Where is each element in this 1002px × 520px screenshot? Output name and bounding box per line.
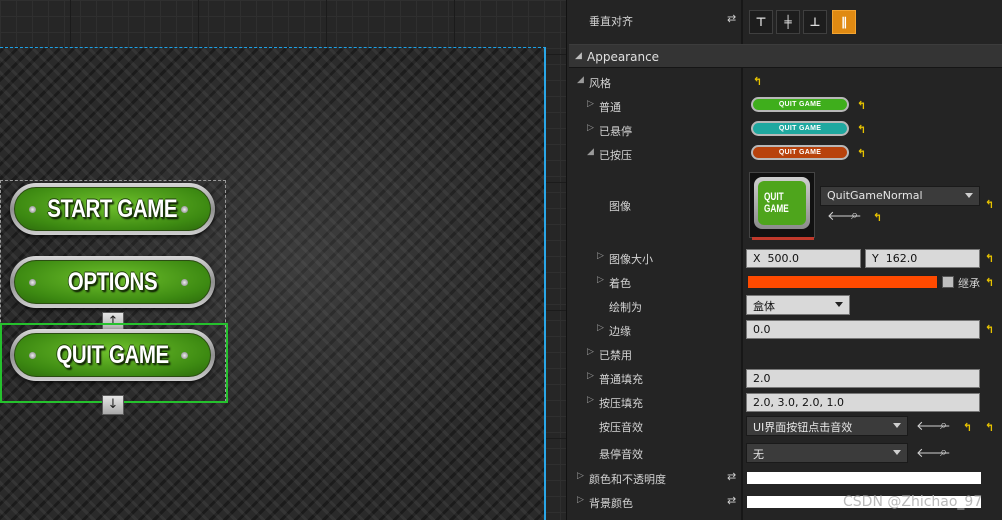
link-icon[interactable]: ⇄ — [727, 470, 736, 483]
expand-triangle-icon[interactable]: ▷ — [597, 323, 604, 333]
hovered-sound-picker[interactable]: 无 — [746, 443, 908, 463]
expand-triangle-icon[interactable]: ▷ — [597, 251, 604, 261]
align-fill-icon[interactable]: ∥ — [832, 10, 856, 34]
button-label: START GAME — [47, 194, 178, 223]
margin-field[interactable]: 0.0 — [746, 320, 980, 339]
background-color-label: 背景颜色 — [589, 497, 633, 510]
expand-triangle-icon[interactable]: ◢ — [577, 75, 584, 85]
pressed-brush-thumbnail[interactable]: QUIT GAME — [751, 145, 849, 160]
link-icon[interactable]: ⇄ — [727, 494, 736, 507]
options-button[interactable]: OPTIONS — [10, 256, 215, 308]
expand-triangle-icon[interactable]: ▷ — [587, 99, 594, 109]
hovered-row: ▷ 已悬停 QUIT GAME ↰ — [567, 118, 1002, 142]
pressed-sound-picker[interactable]: UI界面按钮点击音效 — [746, 416, 908, 436]
tint-label: 着色 — [609, 277, 631, 290]
image-thumbnail[interactable]: QUIT GAME — [749, 172, 815, 240]
normal-brush-thumbnail[interactable]: QUIT GAME — [751, 97, 849, 112]
browse-search-icon[interactable]: ⌕ — [940, 445, 947, 460]
collapse-triangle-icon[interactable]: ◢ — [587, 147, 594, 157]
reset-arrow-icon[interactable]: ↰ — [857, 147, 866, 160]
image-label: 图像 — [609, 200, 631, 213]
dropdown-arrow-icon — [835, 302, 843, 307]
align-center-icon[interactable]: ╪ — [776, 10, 800, 34]
rivet-icon — [181, 279, 188, 286]
disabled-row: ▷ 已禁用 — [567, 342, 1002, 366]
canvas-edge — [544, 47, 546, 520]
rivet-icon — [29, 279, 36, 286]
expand-triangle-icon[interactable]: ▷ — [587, 123, 594, 133]
section-title: Appearance — [587, 50, 660, 64]
rivet-icon — [181, 206, 188, 213]
inherit-checkbox[interactable] — [942, 276, 954, 288]
disabled-label: 已禁用 — [599, 349, 632, 362]
expand-triangle-icon[interactable]: ▷ — [577, 471, 584, 481]
move-down-arrow-icon[interactable]: ↓ — [102, 395, 124, 415]
reset-arrow-icon[interactable]: ↰ — [857, 123, 866, 136]
tint-color-swatch[interactable] — [747, 275, 938, 289]
reset-arrow-icon[interactable]: ↰ — [873, 211, 882, 224]
reset-arrow-icon[interactable]: ↰ — [985, 323, 994, 336]
expand-triangle-icon[interactable]: ▷ — [587, 371, 594, 381]
inherit-label: 继承 — [958, 277, 980, 290]
button-face: OPTIONS — [14, 260, 211, 304]
dropdown-arrow-icon — [893, 423, 901, 428]
reset-arrow-icon[interactable]: ↰ — [985, 252, 994, 265]
designer-viewport[interactable]: START GAME OPTIONS ↑ QUIT GAME ↓ — [0, 0, 566, 520]
watermark: CSDN @Zhichao_97 — [843, 494, 983, 510]
color-opacity-swatch[interactable] — [747, 472, 981, 484]
expand-triangle-icon[interactable]: ▷ — [587, 347, 594, 357]
align-top-icon[interactable]: ⊤ — [749, 10, 773, 34]
normal-row: ▷ 普通 QUIT GAME ↰ — [567, 94, 1002, 118]
image-size-y-field[interactable]: Y 162.0 — [865, 249, 980, 268]
image-size-x-field[interactable]: X 500.0 — [746, 249, 861, 268]
browse-search-icon[interactable]: ⌕ — [940, 418, 947, 433]
reset-arrow-icon[interactable]: ↰ — [753, 75, 762, 88]
hovered-brush-thumbnail[interactable]: QUIT GAME — [751, 121, 849, 136]
normal-padding-label: 普通填充 — [599, 373, 643, 386]
pressed-sound-label: 按压音效 — [599, 421, 643, 434]
reset-arrow-icon[interactable]: ↰ — [857, 99, 866, 112]
button-label: OPTIONS — [67, 267, 158, 296]
vertical-alignment-label: 垂直对齐 — [589, 15, 633, 28]
normal-label: 普通 — [599, 101, 621, 114]
image-size-label: 图像大小 — [609, 253, 653, 266]
details-panel: 垂直对齐 ⇄ ⊤ ╪ ⊥ ∥ ◢ Appearance ◢ 风格 ↰ ▷ 普通 … — [566, 0, 1002, 520]
reset-arrow-icon[interactable]: ↰ — [985, 198, 994, 211]
appearance-section-header[interactable]: ◢ Appearance — [569, 44, 1002, 68]
collapse-triangle-icon: ◢ — [575, 51, 582, 61]
expand-triangle-icon[interactable]: ▷ — [597, 275, 604, 285]
style-label: 风格 — [589, 77, 611, 90]
start-game-button[interactable]: START GAME — [10, 183, 215, 235]
normal-padding-field[interactable]: 2.0 — [746, 369, 980, 388]
dropdown-arrow-icon — [893, 450, 901, 455]
draw-as-dropdown[interactable]: 盒体 — [746, 295, 850, 315]
color-opacity-label: 颜色和不透明度 — [589, 473, 666, 486]
hovered-label: 已悬停 — [599, 125, 632, 138]
pressed-label: 已按压 — [599, 149, 632, 162]
pressed-row: ◢ 已按压 QUIT GAME ↰ — [567, 142, 1002, 166]
browse-search-icon[interactable]: ⌕ — [851, 208, 858, 223]
hovered-sound-label: 悬停音效 — [599, 448, 643, 461]
expand-triangle-icon[interactable]: ▷ — [587, 395, 594, 405]
button-face: START GAME — [14, 187, 211, 231]
dropdown-arrow-icon — [965, 193, 973, 198]
pressed-padding-label: 按压填充 — [599, 397, 643, 410]
rivet-icon — [29, 206, 36, 213]
selection-outline — [0, 323, 228, 403]
draw-as-label: 绘制为 — [609, 301, 642, 314]
image-asset-picker[interactable]: QuitGameNormal — [820, 186, 980, 206]
asset-name: QuitGameNormal — [827, 189, 923, 202]
align-bottom-icon[interactable]: ⊥ — [803, 10, 827, 34]
style-row: ◢ 风格 ↰ — [567, 70, 1002, 94]
expand-triangle-icon[interactable]: ▷ — [577, 495, 584, 505]
pressed-padding-field[interactable]: 2.0, 3.0, 2.0, 1.0 — [746, 393, 980, 412]
margin-label: 边缘 — [609, 325, 631, 338]
reset-arrow-icon[interactable]: ↰ — [985, 421, 994, 434]
reset-arrow-icon[interactable]: ↰ — [963, 421, 972, 434]
thumbnail-underline — [752, 237, 814, 240]
reset-arrow-icon[interactable]: ↰ — [985, 276, 994, 289]
link-icon[interactable]: ⇄ — [727, 12, 736, 25]
